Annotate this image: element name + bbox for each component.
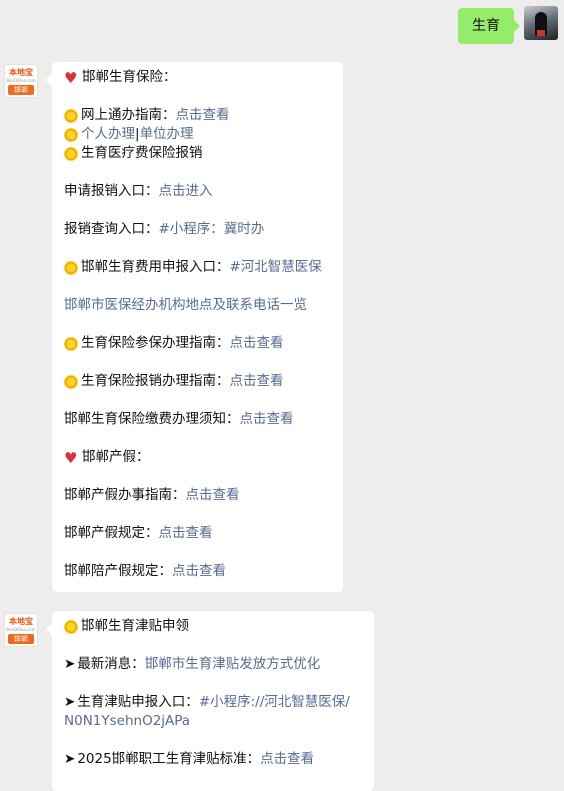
unit-handling-link[interactable]: 单位办理 [140, 125, 194, 144]
bot-message-bubble: 邯郸生育津贴申领 ➤ 最新消息： 邯郸市生育津贴发放方式优化 ➤ 生育津贴申报入口… [46, 611, 374, 791]
user-avatar[interactable] [524, 6, 558, 40]
view-link[interactable]: 点击查看 [186, 486, 240, 505]
message-title: 邯郸生育津贴申领 [64, 617, 362, 636]
arrow-icon: ➤ [64, 751, 76, 767]
latest-news-line: ➤ 最新消息： 邯郸市生育津贴发放方式优化 [64, 655, 321, 674]
personal-handling-link[interactable]: 个人办理 [81, 125, 135, 144]
leave-rules-line: 邯郸产假规定： 点击查看 [64, 524, 213, 543]
miniprogram-link[interactable]: #小程序：冀时办 [159, 220, 265, 239]
bot-avatar[interactable]: 本地宝 BenDiBao.com 邯郸 [4, 613, 38, 647]
medical-reimburse-line: 生育医疗费保险报销 [64, 144, 331, 163]
sun-emoji-icon [64, 108, 78, 123]
avatar-accent [537, 30, 545, 36]
view-link[interactable]: 点击查看 [260, 750, 314, 769]
arrow-icon: ➤ [64, 694, 76, 710]
leave-guide-line: 邯郸产假办事指南： 点击查看 [64, 486, 240, 505]
bot-logo-brand: 本地宝 [9, 68, 33, 77]
guide-line: 网上通办指南： 点击查看 [64, 106, 331, 125]
view-link[interactable]: 点击查看 [172, 562, 226, 581]
bot-avatar[interactable]: 本地宝 BenDiBao.com 邯郸 [4, 64, 38, 98]
miniprogram-link[interactable]: #小程序://河北智慧医保/ [199, 693, 350, 712]
allowance-declare-line: ➤ 生育津贴申报入口： #小程序://河北智慧医保/ [64, 693, 350, 712]
view-guide-link[interactable]: 点击查看 [176, 106, 230, 125]
miniprogram-link-code[interactable]: N0N1YsehnO2jAPa [64, 712, 190, 731]
sent-message-text: 生育 [472, 18, 500, 34]
query-reimburse-line: 报销查询入口： #小程序：冀时办 [64, 220, 265, 239]
bot-logo-domain: BenDiBao.com [6, 78, 36, 83]
bot-logo-city: 邯郸 [8, 85, 34, 95]
bot-message-bubble: ♥ 邯郸生育保险： 网上通办指南： 点击查看 个人办理 | 单位办理 生育医疗费保险报… [46, 62, 343, 592]
enter-link[interactable]: 点击进入 [159, 182, 213, 201]
message-title: ♥ 邯郸生育保险： [64, 68, 177, 87]
paternity-leave-line: 邯郸陪产假规定： 点击查看 [64, 562, 226, 581]
sun-emoji-icon [64, 146, 78, 161]
view-link[interactable]: 点击查看 [240, 410, 294, 429]
bot-logo-domain: BenDiBao.com [6, 627, 36, 632]
bot-logo-city: 邯郸 [8, 634, 34, 644]
bot-logo-brand: 本地宝 [9, 617, 33, 626]
personal-unit-line: 个人办理 | 单位办理 [64, 125, 331, 144]
agency-list-link[interactable]: 邯郸市医保经办机构地点及联系电话一览 [64, 296, 307, 315]
section-maternity-leave: ♥ 邯郸产假： [64, 448, 150, 467]
sent-message-row: 生育 [458, 6, 558, 44]
reimburse-guide-line: 生育保险报销办理指南： 点击查看 [64, 372, 331, 391]
news-link[interactable]: 邯郸市生育津贴发放方式优化 [145, 655, 321, 674]
sun-emoji-icon [64, 127, 78, 142]
insurance-guide-line: 生育保险参保办理指南： 点击查看 [64, 334, 331, 353]
sun-emoji-icon [64, 374, 78, 389]
view-link[interactable]: 点击查看 [230, 334, 284, 353]
view-link[interactable]: 点击查看 [230, 372, 284, 391]
sent-message-bubble[interactable]: 生育 [458, 8, 520, 44]
arrow-icon: ➤ [64, 656, 76, 672]
agency-list-line: 邯郸市医保经办机构地点及联系电话一览 [64, 296, 331, 315]
allowance-standard-line: ➤ 2025邯郸职工生育津贴标准： 点击查看 [64, 750, 315, 769]
view-link[interactable]: 点击查看 [159, 524, 213, 543]
hebei-medicare-link[interactable]: #河北智慧医保 [230, 258, 322, 277]
heart-icon: ♥ [64, 68, 78, 87]
payment-notice-line: 邯郸生育保险缴费办理须知： 点击查看 [64, 410, 294, 429]
apply-reimburse-line: 申请报销入口： 点击进入 [64, 182, 213, 201]
expense-declare-line: 邯郸生育费用申报入口： #河北智慧医保 [64, 258, 331, 277]
heart-icon: ♥ [64, 448, 78, 467]
sun-emoji-icon [64, 260, 78, 275]
allowance-declare-line-cont: N0N1YsehnO2jAPa [64, 712, 362, 731]
sun-emoji-icon [64, 619, 78, 634]
sun-emoji-icon [64, 336, 78, 351]
